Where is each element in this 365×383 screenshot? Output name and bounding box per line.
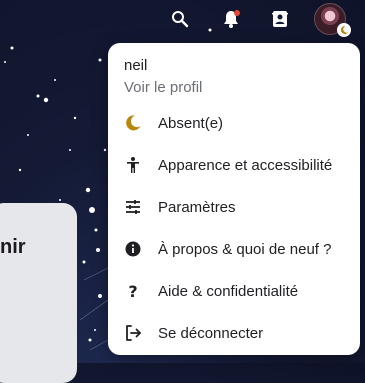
menu-item-away[interactable]: Absent(e) [108, 105, 360, 141]
menu-item-label: À propos & quoi de neuf ? [158, 240, 332, 258]
accessibility-icon [122, 154, 144, 176]
username: neil [124, 57, 148, 74]
menu-item-appearance[interactable]: Apparence et accessibilité [108, 147, 360, 183]
background-card [0, 203, 77, 383]
background-card-text: nir [0, 236, 26, 258]
menu-item-label: Absent(e) [158, 114, 224, 132]
menu-item-label: Apparence et accessibilité [158, 156, 333, 174]
bell-icon[interactable] [219, 7, 243, 31]
search-icon[interactable] [168, 7, 192, 31]
view-profile-link[interactable]: Voir le profil [124, 79, 202, 96]
menu-item-about[interactable]: À propos & quoi de neuf ? [108, 231, 360, 267]
menu-item-settings[interactable]: Paramètres [108, 189, 360, 225]
away-status-icon [337, 23, 351, 37]
moon-icon [122, 112, 144, 134]
menu-item-logout[interactable]: Se déconnecter [108, 315, 360, 351]
menu-item-label: Paramètres [158, 198, 236, 216]
top-bar [0, 0, 365, 40]
menu-item-label: Aide & confidentialité [158, 282, 299, 300]
menu-item-help[interactable]: ? Aide & confidentialité [108, 273, 360, 309]
user-menu: neil Voir le profil Absent(e) Apparence … [108, 43, 360, 355]
info-icon [122, 238, 144, 260]
notification-dot [234, 10, 240, 16]
question-icon: ? [128, 281, 138, 301]
contacts-icon[interactable] [268, 7, 292, 31]
sliders-icon [122, 196, 144, 218]
logout-icon [122, 322, 144, 344]
menu-item-label: Se déconnecter [158, 324, 264, 342]
